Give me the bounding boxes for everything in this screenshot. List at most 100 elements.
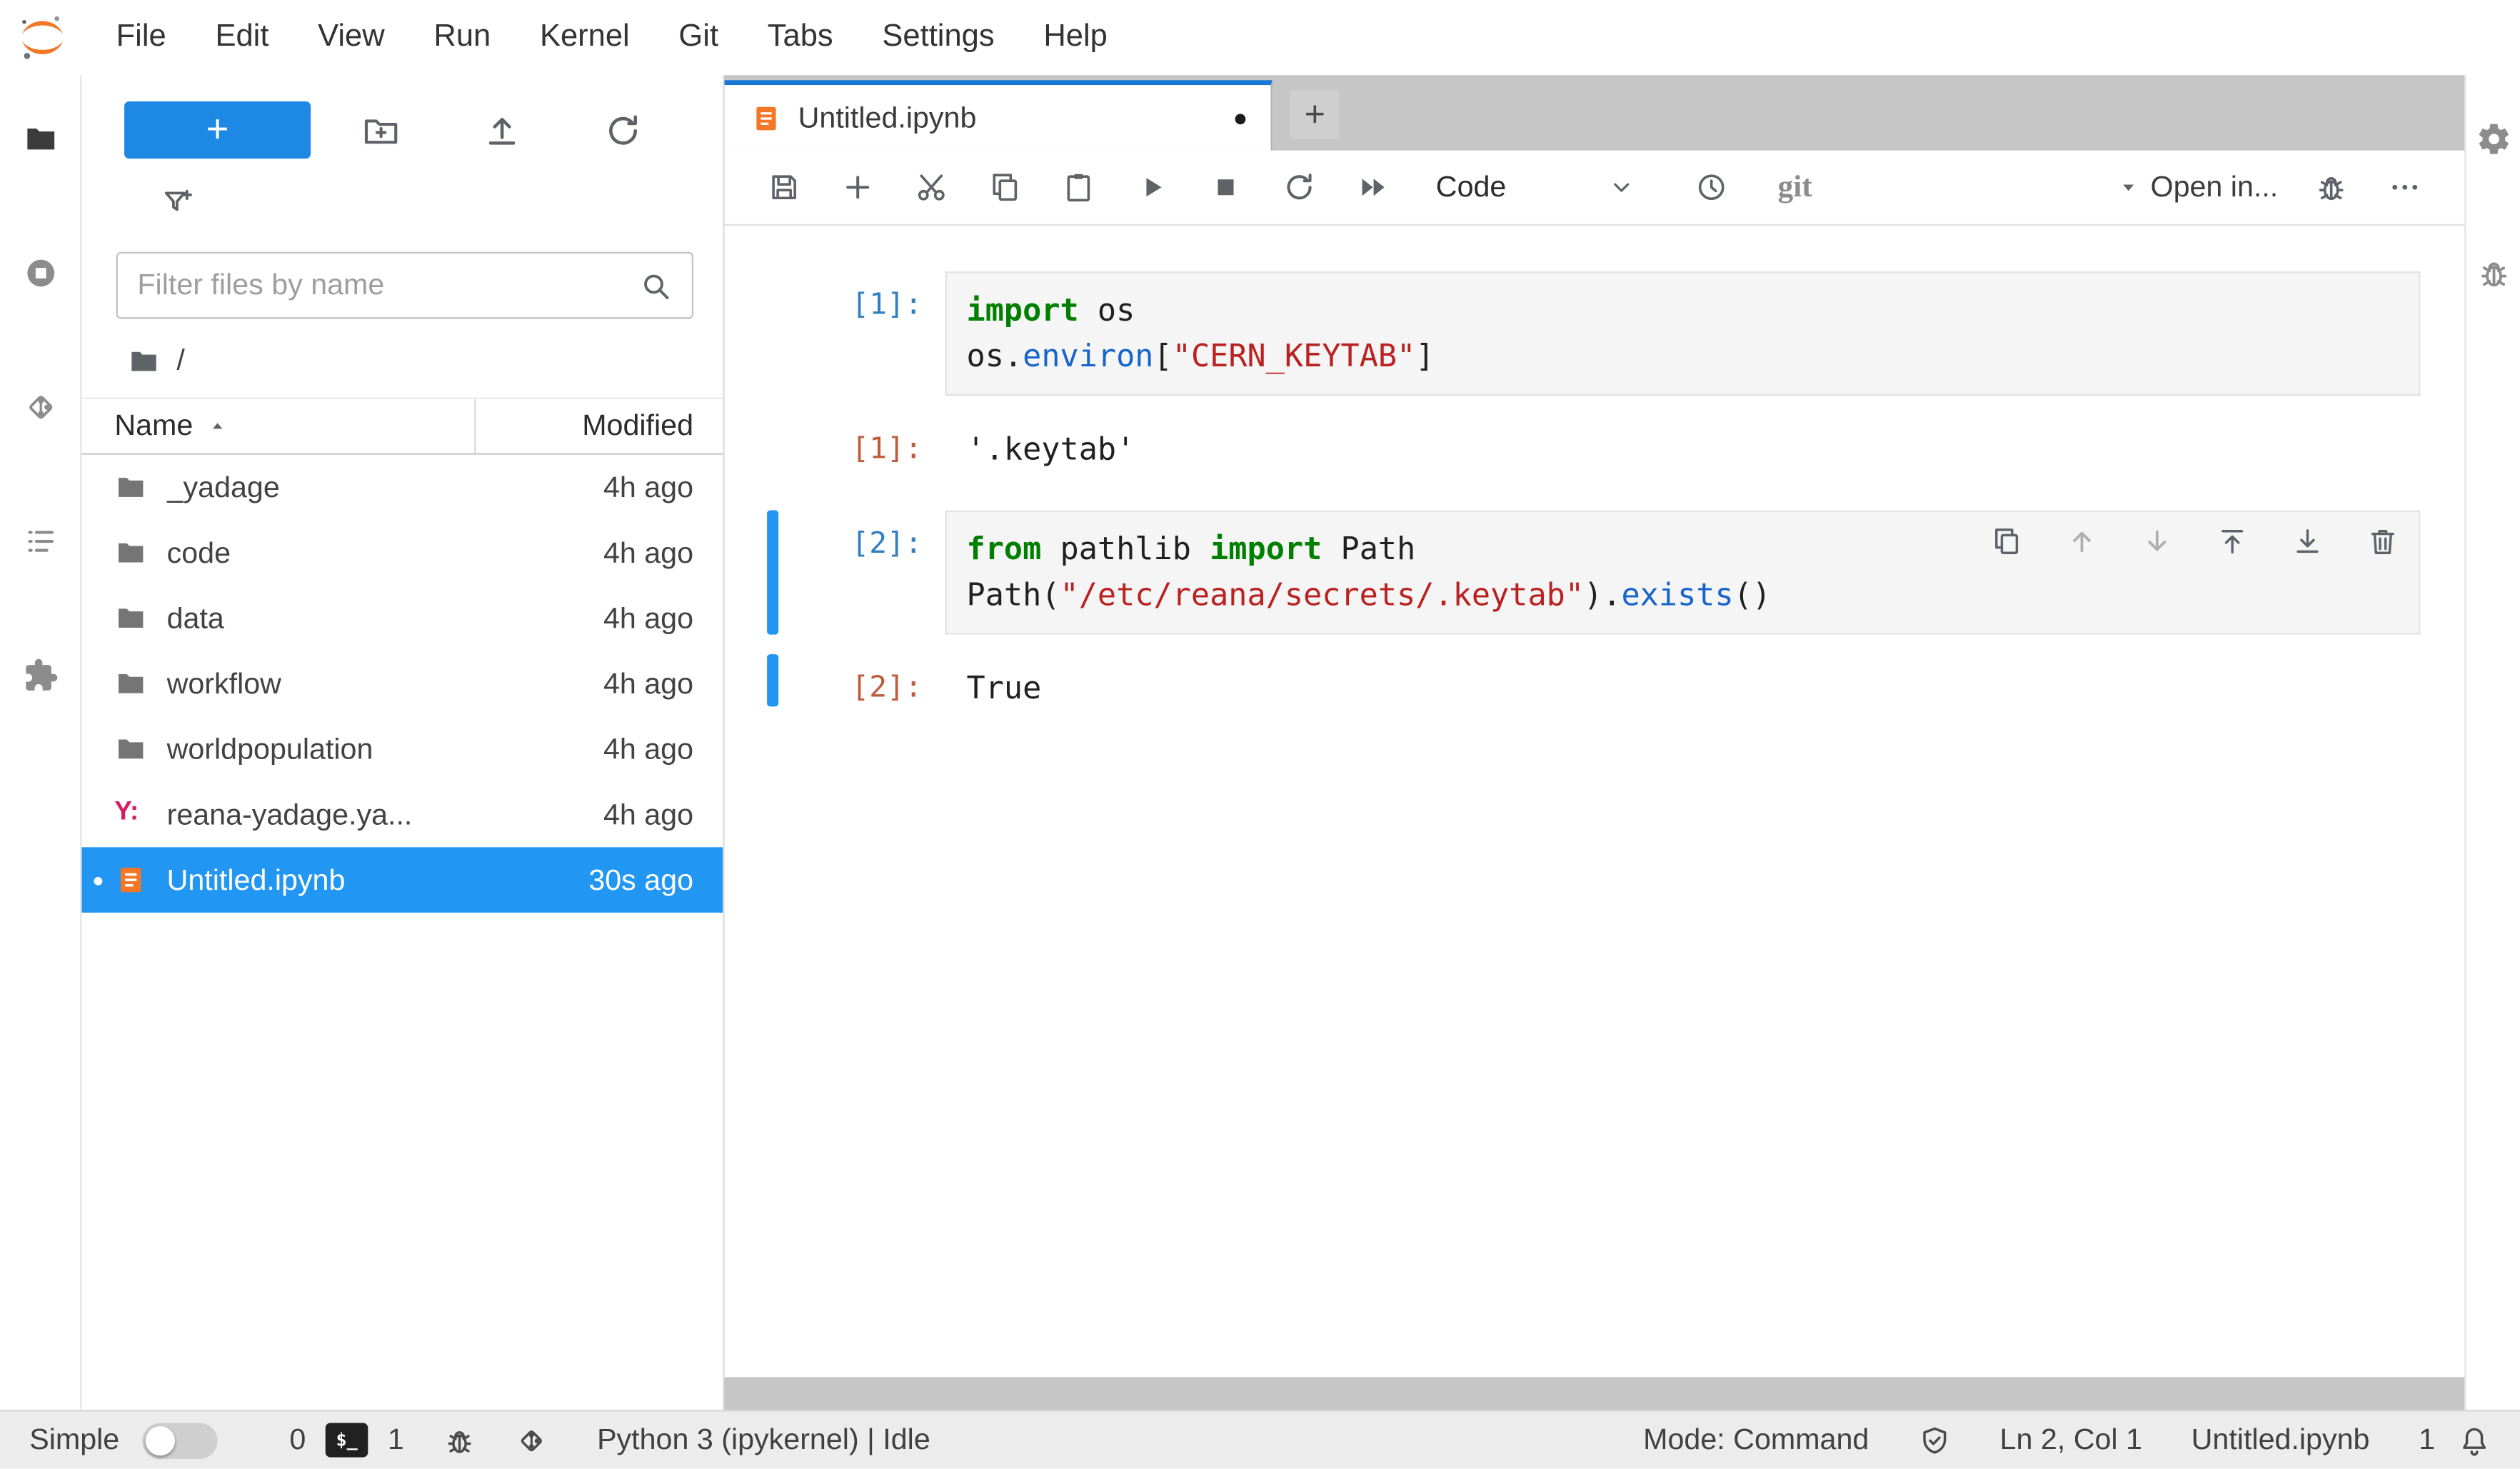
upload-icon[interactable] xyxy=(483,111,522,150)
file-row[interactable]: Y:reana-yadage.ya...4h ago xyxy=(82,782,723,848)
menu-git[interactable]: Git xyxy=(654,10,743,66)
file-row[interactable]: workflow4h ago xyxy=(82,651,723,716)
menu-tabs[interactable]: Tabs xyxy=(743,10,858,66)
extension-manager-icon[interactable] xyxy=(0,612,81,740)
paste-icon[interactable] xyxy=(1061,170,1095,204)
unsaved-indicator[interactable]: ● xyxy=(1233,104,1248,131)
column-header-name[interactable]: Name xyxy=(82,399,475,453)
terminals-count[interactable]: 0 xyxy=(289,1423,306,1457)
menu-kernel[interactable]: Kernel xyxy=(516,10,654,66)
refresh-icon[interactable] xyxy=(603,111,643,150)
new-launcher-button[interactable]: + xyxy=(124,101,311,159)
files-icon[interactable] xyxy=(0,75,81,203)
open-in-label: Open in... xyxy=(2151,170,2279,204)
breadcrumb-root[interactable]: / xyxy=(176,344,184,378)
git-status-icon[interactable] xyxy=(516,1424,548,1457)
duplicate-icon[interactable] xyxy=(1990,525,2023,558)
bell-icon[interactable] xyxy=(2458,1424,2491,1457)
workspace-row: + / Name Modified _y xyxy=(0,75,2520,1410)
menu-file[interactable]: File xyxy=(91,10,191,66)
file-row[interactable]: ●Untitled.ipynb30s ago xyxy=(82,847,723,913)
kernel-status[interactable]: Python 3 (ipykernel) | Idle xyxy=(597,1423,930,1457)
simple-mode-toggle[interactable] xyxy=(142,1422,217,1458)
stop-icon[interactable] xyxy=(1208,170,1243,204)
open-in-button[interactable]: Open in... xyxy=(2102,160,2294,214)
code-token: pathlib xyxy=(1041,531,1210,567)
output-collapser[interactable] xyxy=(767,416,778,468)
terminal-icon[interactable]: $_ xyxy=(326,1423,368,1457)
restart-run-all-icon[interactable] xyxy=(1356,170,1390,204)
run-icon[interactable] xyxy=(1135,170,1169,204)
filter-files-icon[interactable] xyxy=(160,185,196,221)
file-row[interactable]: _yadage4h ago xyxy=(82,455,723,521)
main-menu: FileEditViewRunKernelGitTabsSettingsHelp xyxy=(91,10,1132,66)
cell-collapser[interactable] xyxy=(767,271,778,396)
table-of-contents-icon[interactable] xyxy=(0,478,81,606)
code-token: ] xyxy=(1415,339,1434,374)
tab-untitled-ipynb[interactable]: Untitled.ipynb ● xyxy=(725,80,1272,150)
file-row[interactable]: code4h ago xyxy=(82,520,723,586)
code-input[interactable]: import osos.environ["CERN_KEYTAB"] xyxy=(945,271,2421,396)
filter-files-input[interactable] xyxy=(137,269,639,303)
notebook-area[interactable]: [1]:import osos.environ["CERN_KEYTAB"][1… xyxy=(725,226,2465,1377)
cursor-position[interactable]: Ln 2, Col 1 xyxy=(2000,1423,2142,1457)
menu-settings[interactable]: Settings xyxy=(858,10,1019,66)
status-right-group: Mode: Command Ln 2, Col 1 Untitled.ipynb… xyxy=(1643,1423,2491,1457)
debugger-bug-icon[interactable] xyxy=(2466,209,2520,337)
new-tab-button[interactable]: + xyxy=(1290,90,1340,139)
code-token: import xyxy=(967,293,1079,329)
cell-type-value: Code xyxy=(1436,170,1507,204)
code-input[interactable]: from pathlib import PathPath("/etc/reana… xyxy=(945,511,2421,635)
breadcrumb[interactable]: / xyxy=(128,344,723,378)
trust-shield-icon xyxy=(1918,1424,1951,1457)
insert-below-icon[interactable] xyxy=(2291,525,2324,558)
copy-icon[interactable] xyxy=(988,170,1022,204)
more-ellipsis-icon[interactable] xyxy=(2388,170,2422,204)
code-token: [ xyxy=(1154,339,1173,374)
file-row[interactable]: worldpopulation4h ago xyxy=(82,716,723,782)
notebook-icon xyxy=(751,102,782,134)
history-icon[interactable] xyxy=(1695,170,1729,204)
search-icon xyxy=(639,269,672,302)
command-mode-indicator[interactable]: Mode: Command xyxy=(1643,1423,1869,1457)
menu-help[interactable]: Help xyxy=(1019,10,1132,66)
cell-output-text: True xyxy=(945,654,2465,706)
save-icon[interactable] xyxy=(767,170,801,204)
bug-icon[interactable] xyxy=(443,1424,476,1457)
code-token: "/etc/reana/secrets/.keytab" xyxy=(1060,577,1585,613)
column-header-modified[interactable]: Modified xyxy=(474,399,723,453)
move-down-icon[interactable] xyxy=(2141,525,2174,558)
cut-icon[interactable] xyxy=(914,170,948,204)
file-modified: 4h ago xyxy=(526,601,723,636)
running-sessions-icon[interactable] xyxy=(0,209,81,337)
delete-icon[interactable] xyxy=(2366,525,2399,558)
git-icon[interactable] xyxy=(0,344,81,471)
name-column-label: Name xyxy=(114,409,193,443)
code-line: import os xyxy=(967,288,2399,334)
menu-run[interactable]: Run xyxy=(409,10,516,66)
file-modified: 4h ago xyxy=(526,732,723,766)
debugger-bug-icon[interactable] xyxy=(2314,170,2349,204)
menu-edit[interactable]: Edit xyxy=(191,10,293,66)
file-modified: 4h ago xyxy=(526,470,723,504)
output-prompt: [2]: xyxy=(778,654,945,706)
settings-gear-icon[interactable] xyxy=(2466,75,2520,203)
add-cell-icon[interactable] xyxy=(840,170,875,204)
output-collapser[interactable] xyxy=(767,654,778,706)
new-folder-icon[interactable] xyxy=(361,111,401,150)
cell-collapser[interactable] xyxy=(767,511,778,635)
cell-type-dropdown[interactable]: Code xyxy=(1436,170,1635,204)
notifications-group[interactable]: 1 xyxy=(2419,1423,2491,1457)
insert-above-icon[interactable] xyxy=(2216,525,2249,558)
yaml-icon: Y: xyxy=(114,798,147,831)
toolbar-right-group xyxy=(2294,170,2441,204)
simple-mode-label: Simple xyxy=(29,1423,119,1457)
restart-icon[interactable] xyxy=(1282,170,1317,204)
move-up-icon[interactable] xyxy=(2066,525,2099,558)
menu-view[interactable]: View xyxy=(293,10,409,66)
code-token: exists xyxy=(1621,577,1733,613)
file-row[interactable]: data4h ago xyxy=(82,586,723,651)
notifications-count: 1 xyxy=(2419,1423,2435,1457)
kernels-count[interactable]: 1 xyxy=(388,1423,404,1457)
file-list-header: Name Modified xyxy=(82,398,723,455)
